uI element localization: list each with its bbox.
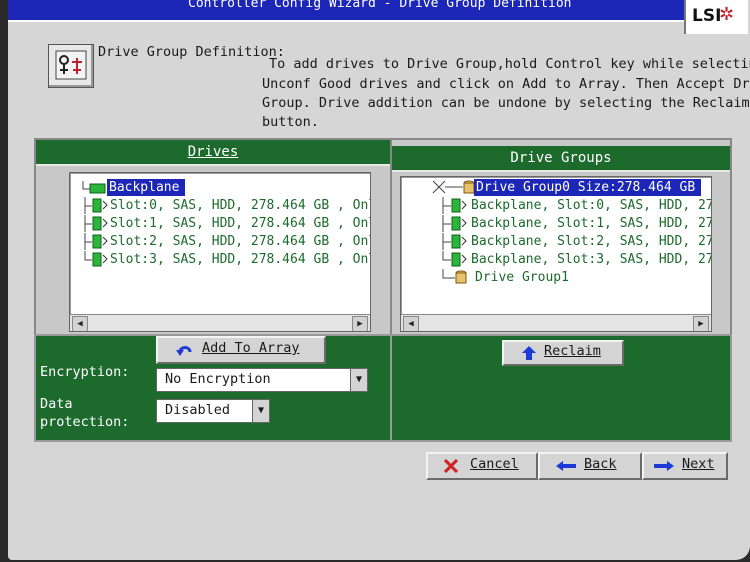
cancel-x-icon bbox=[444, 459, 458, 473]
hdd-icon bbox=[442, 251, 467, 267]
hdd-icon bbox=[84, 215, 108, 232]
drives-panel: Drives Backplane Slot:0, SAS, HDD, 278.4… bbox=[34, 138, 392, 338]
bios-screen: Controller Config Wizard - Drive Group D… bbox=[8, 0, 750, 560]
drive-options-area: Add To Array Encryption: No Encryption ▼… bbox=[34, 334, 392, 442]
drive-item-label: Slot:2, SAS, HDD, 278.464 GB , Onlin bbox=[110, 234, 371, 249]
drive-group-icon bbox=[432, 180, 475, 194]
hdd-icon bbox=[442, 233, 467, 250]
drive-groups-panel: Drive Groups Drive Group0 Size:278.464 G… bbox=[390, 138, 732, 338]
add-to-array-button[interactable]: Add To Array bbox=[156, 336, 326, 364]
tree-item-label: Drive Group0 Size:278.464 GB bbox=[474, 179, 702, 196]
drives-panel-title: Drives bbox=[36, 140, 390, 166]
drives-horizontal-scrollbar[interactable]: ◀ ▶ bbox=[70, 314, 370, 331]
add-to-array-label: Add To Array bbox=[202, 340, 300, 356]
window-title: Controller Config Wizard - Drive Group D… bbox=[188, 0, 572, 11]
dropdown-arrow-icon[interactable]: ▼ bbox=[350, 369, 367, 391]
dropdown-arrow-icon[interactable]: ▼ bbox=[252, 400, 269, 422]
data-protection-select[interactable]: Disabled ▼ bbox=[156, 399, 270, 423]
backplane-icon bbox=[82, 181, 106, 194]
drive-groups-panel-title: Drive Groups bbox=[392, 146, 730, 172]
scroll-left-icon[interactable]: ◀ bbox=[403, 316, 419, 331]
instruction-line-3: Group. Drive addition can be undone by s… bbox=[262, 95, 750, 111]
drive-group-icon bbox=[442, 269, 467, 284]
encryption-select[interactable]: No Encryption ▼ bbox=[156, 368, 368, 392]
data-protection-value: Disabled bbox=[165, 402, 231, 418]
data-protection-label-2: protection: bbox=[40, 414, 130, 430]
scroll-right-icon[interactable]: ▶ bbox=[693, 316, 709, 331]
lsi-logo: LSI ✲ bbox=[684, 0, 748, 34]
group-drive-label: Backplane, Slot:3, SAS, HDD, 278.46 bbox=[471, 252, 711, 267]
instruction-line-2: Unconf Good drives and click on Add to A… bbox=[262, 76, 750, 92]
scroll-right-icon[interactable]: ▶ bbox=[352, 316, 368, 331]
back-button[interactable]: Back bbox=[538, 452, 642, 480]
tree-item-label: Backplane bbox=[107, 179, 186, 196]
instruction-line-1: To add drives to Drive Group,hold Contro… bbox=[269, 56, 750, 72]
back-label: Back bbox=[584, 456, 617, 472]
hdd-icon bbox=[442, 197, 467, 214]
hdd-icon bbox=[84, 233, 108, 250]
instruction-line-4: button. bbox=[262, 114, 319, 130]
drive-item-label: Slot:3, SAS, HDD, 278.464 GB , Onlin bbox=[110, 252, 371, 267]
window-title-bar: Controller Config Wizard - Drive Group D… bbox=[8, 0, 684, 22]
next-label: Next bbox=[682, 456, 715, 472]
drive-item-label: Slot:1, SAS, HDD, 278.464 GB , Onlin bbox=[110, 216, 371, 231]
drives-tree[interactable]: Backplane Slot:0, SAS, HDD, 278.464 GB ,… bbox=[69, 172, 371, 332]
right-arrow-icon bbox=[654, 461, 674, 471]
next-button[interactable]: Next bbox=[642, 452, 728, 480]
cancel-label: Cancel bbox=[470, 456, 519, 472]
encryption-label: Encryption: bbox=[40, 364, 130, 380]
tree-item-label: Drive Group1 bbox=[475, 270, 569, 285]
wizard-icon bbox=[48, 44, 94, 88]
undo-arrow-icon bbox=[176, 346, 192, 356]
data-protection-label: Data bbox=[40, 396, 73, 412]
reclaim-label: Reclaim bbox=[544, 343, 601, 359]
reclaim-button[interactable]: Reclaim bbox=[502, 340, 624, 366]
group-drive-label: Backplane, Slot:1, SAS, HDD, 278.46 bbox=[471, 216, 711, 231]
logo-mark-icon: ✲ bbox=[719, 4, 735, 25]
encryption-value: No Encryption bbox=[165, 371, 271, 387]
drive-groups-tree[interactable]: Drive Group0 Size:278.464 GB Backplane, … bbox=[400, 176, 712, 332]
hdd-icon bbox=[84, 251, 108, 267]
page-heading: Drive Group Definition: bbox=[98, 44, 285, 60]
group-drive-label: Backplane, Slot:0, SAS, HDD, 278.46 bbox=[471, 198, 711, 213]
cancel-button[interactable]: Cancel bbox=[426, 452, 538, 480]
up-arrow-icon bbox=[522, 346, 536, 360]
scroll-left-icon[interactable]: ◀ bbox=[72, 316, 88, 331]
groups-horizontal-scrollbar[interactable]: ◀ ▶ bbox=[401, 314, 711, 331]
hdd-icon bbox=[84, 197, 108, 214]
group-drive-label: Backplane, Slot:2, SAS, HDD, 278.46 bbox=[471, 234, 711, 249]
drive-item-label: Slot:0, SAS, HDD, 278.464 GB , Onlin bbox=[110, 198, 371, 213]
logo-text: LSI bbox=[692, 6, 722, 26]
hdd-icon bbox=[442, 215, 467, 232]
group-options-area: Reclaim bbox=[390, 334, 732, 442]
left-arrow-icon bbox=[556, 461, 576, 471]
